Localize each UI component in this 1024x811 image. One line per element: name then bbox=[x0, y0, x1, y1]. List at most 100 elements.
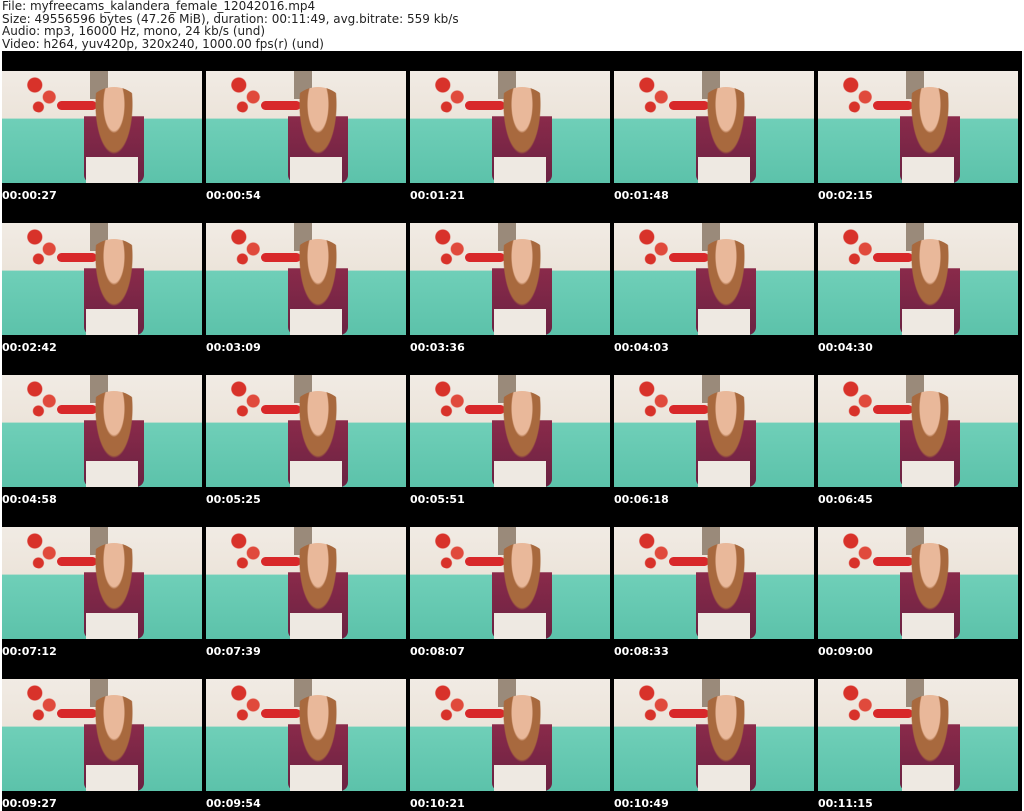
thumbnail-cell: 00:11:15 bbox=[818, 659, 1018, 811]
video-frame-image bbox=[410, 375, 610, 487]
cushion bbox=[698, 157, 750, 183]
timestamp: 00:04:30 bbox=[818, 341, 873, 354]
timestamp: 00:03:09 bbox=[206, 341, 261, 354]
video-frame-image bbox=[614, 71, 814, 183]
cushion bbox=[698, 765, 750, 791]
cushion bbox=[290, 157, 342, 183]
timestamp: 00:10:49 bbox=[614, 797, 669, 810]
cushion bbox=[86, 461, 138, 487]
wall-flower-decoration bbox=[636, 73, 672, 113]
cushion bbox=[86, 157, 138, 183]
wall-flower-decoration bbox=[228, 681, 264, 721]
cushion bbox=[290, 461, 342, 487]
video-frame-image bbox=[614, 679, 814, 791]
video-frame-image bbox=[206, 223, 406, 335]
timestamp: 00:04:03 bbox=[614, 341, 669, 354]
thumbnail-cell: 00:10:49 bbox=[614, 659, 814, 811]
wall-flower-decoration bbox=[432, 681, 468, 721]
wall-flower-decoration bbox=[840, 529, 876, 569]
video-frame-image bbox=[2, 679, 202, 791]
timestamp: 00:00:27 bbox=[2, 189, 57, 202]
video-frame-image bbox=[206, 71, 406, 183]
thumbnail-cell: 00:08:07 bbox=[410, 507, 610, 659]
video-frame-image bbox=[2, 375, 202, 487]
cushion bbox=[494, 613, 546, 639]
video-frame-image bbox=[614, 375, 814, 487]
timestamp: 00:02:42 bbox=[2, 341, 57, 354]
cushion bbox=[698, 461, 750, 487]
timestamp: 00:10:21 bbox=[410, 797, 465, 810]
thumbnail-cell: 00:09:27 bbox=[2, 659, 202, 811]
wall-flower-decoration bbox=[840, 225, 876, 265]
cushion bbox=[290, 765, 342, 791]
wall-flower-decoration bbox=[24, 377, 60, 417]
timestamp: 00:09:00 bbox=[818, 645, 873, 658]
timestamp: 00:06:45 bbox=[818, 493, 873, 506]
thumbnail-cell: 00:10:21 bbox=[410, 659, 610, 811]
cushion bbox=[86, 613, 138, 639]
wall-flower-decoration bbox=[636, 377, 672, 417]
wall-flower-decoration bbox=[228, 73, 264, 113]
thumbnail-cell: 00:00:27 bbox=[2, 51, 202, 203]
video-frame-image bbox=[410, 527, 610, 639]
thumbnail-cell: 00:04:03 bbox=[614, 203, 814, 355]
timestamp: 00:06:18 bbox=[614, 493, 669, 506]
video-frame-image bbox=[818, 527, 1018, 639]
video-frame-image bbox=[206, 679, 406, 791]
cushion bbox=[494, 157, 546, 183]
wall-flower-decoration bbox=[228, 529, 264, 569]
timestamp: 00:01:21 bbox=[410, 189, 465, 202]
wall-flower-decoration bbox=[228, 377, 264, 417]
cushion bbox=[494, 461, 546, 487]
video-frame-image bbox=[206, 375, 406, 487]
wall-flower-decoration bbox=[840, 377, 876, 417]
cushion bbox=[494, 765, 546, 791]
timestamp: 00:08:07 bbox=[410, 645, 465, 658]
wall-flower-decoration bbox=[432, 529, 468, 569]
thumbnail-cell: 00:01:48 bbox=[614, 51, 814, 203]
cushion bbox=[698, 613, 750, 639]
timestamp: 00:07:39 bbox=[206, 645, 261, 658]
video-info: Video: h264, yuv420p, 320x240, 1000.00 f… bbox=[2, 36, 324, 51]
thumbnail-cell: 00:08:33 bbox=[614, 507, 814, 659]
wall-flower-decoration bbox=[840, 681, 876, 721]
timestamp: 00:02:15 bbox=[818, 189, 873, 202]
cushion bbox=[902, 157, 954, 183]
video-frame-image bbox=[2, 71, 202, 183]
thumbnail-cell: 00:03:09 bbox=[206, 203, 406, 355]
thumbnail-cell: 00:02:15 bbox=[818, 51, 1018, 203]
thumbnail-cell: 00:04:30 bbox=[818, 203, 1018, 355]
timestamp: 00:04:58 bbox=[2, 493, 57, 506]
wall-flower-decoration bbox=[24, 73, 60, 113]
cushion bbox=[902, 613, 954, 639]
cushion bbox=[698, 309, 750, 335]
cushion bbox=[902, 765, 954, 791]
video-frame-image bbox=[410, 223, 610, 335]
video-frame-image bbox=[410, 679, 610, 791]
video-frame-image bbox=[2, 527, 202, 639]
timestamp: 00:11:15 bbox=[818, 797, 873, 810]
wall-flower-decoration bbox=[636, 225, 672, 265]
cushion bbox=[494, 309, 546, 335]
wall-flower-decoration bbox=[24, 225, 60, 265]
thumbnail-cell: 00:01:21 bbox=[410, 51, 610, 203]
thumbnail-cell: 00:00:54 bbox=[206, 51, 406, 203]
video-frame-image bbox=[818, 223, 1018, 335]
video-frame-image bbox=[206, 527, 406, 639]
wall-flower-decoration bbox=[636, 529, 672, 569]
timestamp: 00:03:36 bbox=[410, 341, 465, 354]
wall-flower-decoration bbox=[228, 225, 264, 265]
timestamp: 00:09:27 bbox=[2, 797, 57, 810]
cushion bbox=[290, 309, 342, 335]
timestamp: 00:05:25 bbox=[206, 493, 261, 506]
video-frame-image bbox=[818, 375, 1018, 487]
thumbnail-cell: 00:03:36 bbox=[410, 203, 610, 355]
video-frame-image bbox=[818, 679, 1018, 791]
thumbnail-cell: 00:09:00 bbox=[818, 507, 1018, 659]
wall-flower-decoration bbox=[432, 377, 468, 417]
wall-flower-decoration bbox=[432, 73, 468, 113]
timestamp: 00:09:54 bbox=[206, 797, 261, 810]
thumbnail-cell: 00:07:39 bbox=[206, 507, 406, 659]
cushion bbox=[86, 309, 138, 335]
thumbnail-cell: 00:07:12 bbox=[2, 507, 202, 659]
